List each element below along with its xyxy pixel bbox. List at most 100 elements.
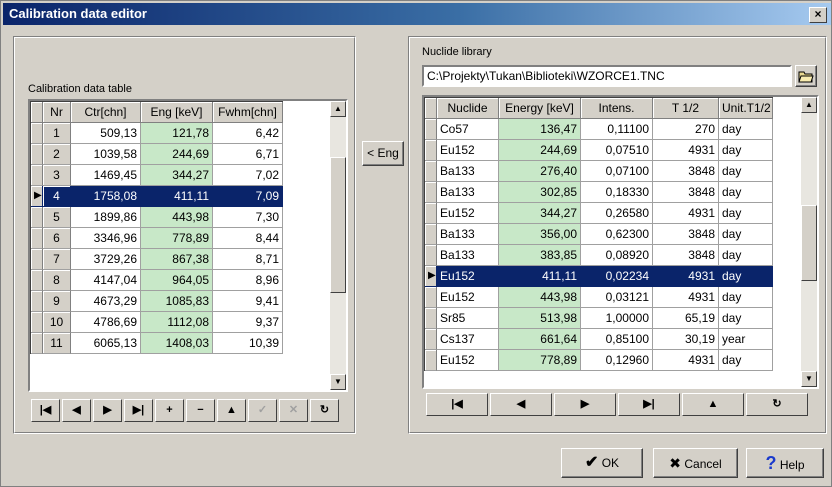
cell-en[interactable]: 244,69 [499, 140, 581, 161]
cell-fwhm[interactable]: 9,37 [213, 312, 283, 333]
cell-u[interactable]: day [719, 308, 773, 329]
cell-en[interactable]: 136,47 [499, 119, 581, 140]
delete-record-button[interactable]: − [186, 399, 215, 422]
cell-en[interactable]: 276,40 [499, 161, 581, 182]
table-row[interactable]: Ba133 356,00 0,62300 3848 day [425, 224, 773, 245]
cell-fwhm[interactable]: 6,71 [213, 144, 283, 165]
cell-en[interactable]: 661,64 [499, 329, 581, 350]
row-indicator[interactable] [425, 203, 437, 224]
row-indicator[interactable] [425, 287, 437, 308]
column-header-nr[interactable]: Nr [43, 102, 71, 123]
table-row[interactable]: 8 4147,04 964,05 8,96 [31, 270, 283, 291]
cell-en[interactable]: 411,11 [499, 266, 581, 287]
cell-en[interactable]: 443,98 [499, 287, 581, 308]
row-indicator[interactable] [425, 245, 437, 266]
help-button[interactable]: ? Help [746, 448, 824, 478]
refresh-button[interactable]: ↻ [310, 399, 339, 422]
calibration-vertical-scrollbar[interactable]: ▲ ▼ [330, 101, 346, 390]
row-indicator[interactable]: ▶ [425, 266, 437, 287]
table-row[interactable]: Cs137 661,64 0,85100 30,19 year [425, 329, 773, 350]
cell-en[interactable]: 344,27 [499, 203, 581, 224]
last-record-button[interactable]: ▶| [124, 399, 153, 422]
row-indicator[interactable]: ▶ [31, 186, 43, 207]
cell-nr[interactable]: 11 [43, 333, 71, 354]
cell-ctr[interactable]: 1758,08 [71, 186, 141, 207]
table-row[interactable]: Ba133 276,40 0,07100 3848 day [425, 161, 773, 182]
row-indicator[interactable] [425, 182, 437, 203]
column-header-nuc[interactable]: Nuclide [437, 98, 499, 119]
row-indicator[interactable] [425, 329, 437, 350]
cell-int[interactable]: 0,12960 [581, 350, 653, 371]
cell-int[interactable]: 0,07100 [581, 161, 653, 182]
table-row[interactable]: Eu152 443,98 0,03121 4931 day [425, 287, 773, 308]
row-indicator[interactable] [31, 123, 43, 144]
table-row[interactable]: 2 1039,58 244,69 6,71 [31, 144, 283, 165]
cell-ctr[interactable]: 3346,96 [71, 228, 141, 249]
column-header-eng[interactable]: Eng [keV] [141, 102, 213, 123]
cell-t[interactable]: 3848 [653, 224, 719, 245]
cell-eng[interactable]: 443,98 [141, 207, 213, 228]
cell-en[interactable]: 383,85 [499, 245, 581, 266]
column-header-fwhm[interactable]: Fwhm[chn] [213, 102, 283, 123]
library-path-field[interactable]: C:\Projekty\Tukan\Biblioteki\WZORCE1.TNC [422, 65, 792, 87]
table-row[interactable]: Eu152 244,69 0,07510 4931 day [425, 140, 773, 161]
cell-t[interactable]: 3848 [653, 161, 719, 182]
row-indicator[interactable] [31, 312, 43, 333]
eng-transfer-button[interactable]: < Eng [362, 141, 404, 166]
row-indicator[interactable] [31, 144, 43, 165]
cell-nr[interactable]: 2 [43, 144, 71, 165]
table-row[interactable]: ▶ 4 1758,08 411,11 7,09 [31, 186, 283, 207]
cell-en[interactable]: 778,89 [499, 350, 581, 371]
cell-int[interactable]: 0,03121 [581, 287, 653, 308]
column-header-int[interactable]: Intens. [581, 98, 653, 119]
cell-nuc[interactable]: Eu152 [437, 203, 499, 224]
row-indicator[interactable] [31, 207, 43, 228]
cell-nr[interactable]: 7 [43, 249, 71, 270]
cell-nuc[interactable]: Eu152 [437, 266, 499, 287]
cell-int[interactable]: 1,00000 [581, 308, 653, 329]
scroll-up-arrow[interactable]: ▲ [330, 101, 346, 117]
table-row[interactable]: 1 509,13 121,78 6,42 [31, 123, 283, 144]
cell-eng[interactable]: 867,38 [141, 249, 213, 270]
cell-int[interactable]: 0,18330 [581, 182, 653, 203]
cell-u[interactable]: day [719, 140, 773, 161]
lib-refresh-button[interactable]: ↻ [746, 393, 808, 416]
cell-fwhm[interactable]: 7,30 [213, 207, 283, 228]
cell-u[interactable]: day [719, 287, 773, 308]
table-row[interactable]: 6 3346,96 778,89 8,44 [31, 228, 283, 249]
ok-button[interactable]: ✔ OK [561, 448, 643, 478]
cancel-button[interactable]: ✖ Cancel [653, 448, 738, 478]
cell-eng[interactable]: 411,11 [141, 186, 213, 207]
cell-nr[interactable]: 6 [43, 228, 71, 249]
table-row[interactable]: 10 4786,69 1112,08 9,37 [31, 312, 283, 333]
cell-u[interactable]: day [719, 224, 773, 245]
cell-u[interactable]: day [719, 266, 773, 287]
prior-record-button[interactable]: ◀ [62, 399, 91, 422]
cell-fwhm[interactable]: 7,02 [213, 165, 283, 186]
cell-int[interactable]: 0,02234 [581, 266, 653, 287]
row-indicator[interactable] [425, 161, 437, 182]
cell-nuc[interactable]: Eu152 [437, 287, 499, 308]
row-indicator[interactable] [425, 224, 437, 245]
row-indicator[interactable] [425, 119, 437, 140]
nuclide-library-grid[interactable]: Nuclide Energy [keV] Intens. T 1/2 Unit.T1/2… [422, 95, 819, 389]
row-indicator[interactable] [31, 333, 43, 354]
row-indicator[interactable] [31, 228, 43, 249]
cell-fwhm[interactable]: 8,44 [213, 228, 283, 249]
lib-edit-button[interactable]: ▲ [682, 393, 744, 416]
lib-last-button[interactable]: ▶| [618, 393, 680, 416]
cell-nuc[interactable]: Eu152 [437, 140, 499, 161]
insert-record-button[interactable]: + [155, 399, 184, 422]
cell-fwhm[interactable]: 6,42 [213, 123, 283, 144]
table-row[interactable]: Eu152 344,27 0,26580 4931 day [425, 203, 773, 224]
cell-fwhm[interactable]: 9,41 [213, 291, 283, 312]
row-indicator[interactable] [31, 249, 43, 270]
cell-nr[interactable]: 4 [43, 186, 71, 207]
cell-t[interactable]: 270 [653, 119, 719, 140]
cell-fwhm[interactable]: 7,09 [213, 186, 283, 207]
first-record-button[interactable]: |◀ [31, 399, 60, 422]
open-folder-button[interactable] [795, 65, 817, 87]
cell-nuc[interactable]: Ba133 [437, 182, 499, 203]
column-header-ctr[interactable]: Ctr[chn] [71, 102, 141, 123]
table-row[interactable]: Co57 136,47 0,11100 270 day [425, 119, 773, 140]
